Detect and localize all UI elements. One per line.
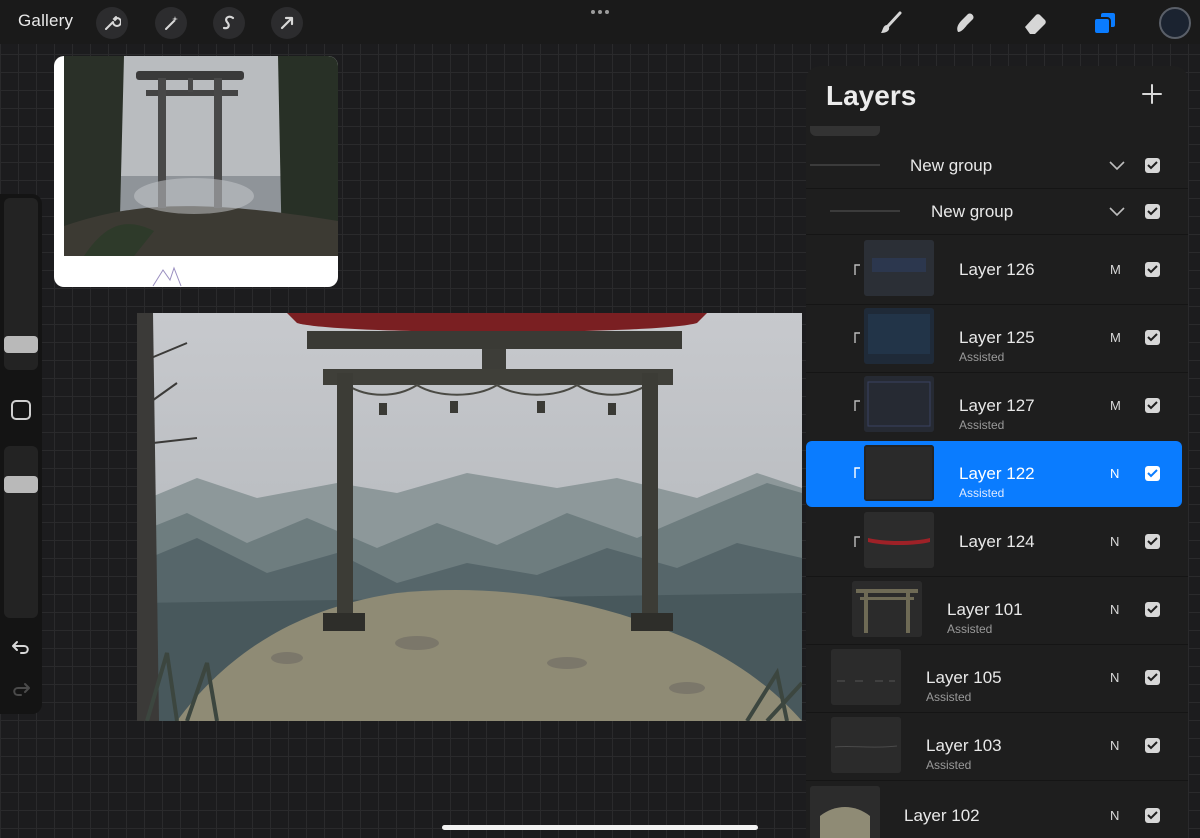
layer-name: Layer 101	[947, 600, 1023, 619]
layer-row[interactable]: Layer 105 Assisted N	[806, 646, 1182, 712]
blend-mode-button[interactable]: N	[1110, 602, 1119, 617]
reference-photo	[64, 56, 338, 256]
layer-row[interactable]: Layer 101 Assisted N	[806, 578, 1182, 644]
layer-name: Layer 122	[959, 464, 1035, 483]
reference-window[interactable]	[54, 56, 338, 287]
layers-title: Layers	[826, 80, 917, 111]
group-indicator	[810, 164, 880, 166]
layer-subtitle: Assisted	[926, 690, 972, 704]
visibility-checkbox[interactable]	[1145, 204, 1160, 219]
blend-mode-button[interactable]: M	[1110, 330, 1121, 345]
sketch-thumbnail-icon	[152, 266, 182, 287]
torii-gate-artwork	[137, 313, 802, 721]
visibility-checkbox[interactable]	[1145, 262, 1160, 277]
layer-thumbnail	[831, 649, 901, 705]
more-options-icon[interactable]	[585, 2, 615, 22]
layer-row[interactable]: Layer 126 M	[806, 238, 1182, 304]
layers-panel: Layers New group New group Layer 126 M L…	[806, 66, 1188, 838]
layer-thumbnail	[864, 376, 934, 432]
left-sidebar	[0, 194, 42, 714]
visibility-checkbox[interactable]	[1145, 808, 1160, 823]
clipping-mask-icon	[854, 332, 860, 343]
clipping-mask-icon	[854, 400, 860, 411]
clipping-mask-icon	[854, 536, 860, 547]
undo-icon[interactable]	[8, 634, 34, 660]
clipping-mask-icon	[854, 467, 860, 478]
layer-thumbnail	[852, 581, 922, 637]
layer-row-selected[interactable]: Layer 122 Assisted N	[806, 441, 1182, 507]
layer-name: Layer 127	[959, 396, 1035, 415]
layer-thumbnail	[864, 240, 934, 296]
chevron-down-icon[interactable]	[1108, 206, 1126, 218]
blend-mode-button[interactable]: N	[1110, 466, 1119, 481]
layers-icon[interactable]	[1090, 8, 1120, 38]
chevron-down-icon[interactable]	[1108, 160, 1126, 172]
blend-mode-button[interactable]: N	[1110, 738, 1119, 753]
group-name: New group	[910, 156, 993, 175]
clipping-mask-icon	[854, 264, 860, 275]
blend-mode-button[interactable]: N	[1110, 808, 1119, 823]
layer-subtitle: Assisted	[947, 622, 993, 636]
layer-thumbnail	[864, 445, 934, 501]
layer-row[interactable]: Layer 124 N	[806, 510, 1182, 576]
transform-arrow-icon[interactable]	[271, 7, 303, 39]
eraser-icon[interactable]	[1020, 8, 1050, 38]
visibility-checkbox[interactable]	[1145, 738, 1160, 753]
layer-thumbnail	[810, 786, 880, 838]
color-picker-button[interactable]	[1159, 7, 1191, 39]
layer-subtitle: Assisted	[959, 350, 1005, 364]
blend-mode-button[interactable]: M	[1110, 262, 1121, 277]
blend-mode-button[interactable]: N	[1110, 670, 1119, 685]
opacity-slider[interactable]	[4, 446, 38, 618]
modify-button[interactable]	[11, 400, 31, 420]
redo-icon[interactable]	[8, 676, 34, 702]
smudge-icon[interactable]	[950, 8, 980, 38]
visibility-checkbox[interactable]	[1145, 466, 1160, 481]
layer-name: Layer 105	[926, 668, 1002, 687]
opacity-thumb[interactable]	[4, 476, 38, 493]
visibility-checkbox[interactable]	[1145, 330, 1160, 345]
visibility-checkbox[interactable]	[1145, 158, 1160, 173]
visibility-checkbox[interactable]	[1145, 602, 1160, 617]
layer-name: Layer 125	[959, 328, 1035, 347]
layer-thumbnail	[831, 717, 901, 773]
layer-thumbnail	[864, 308, 934, 364]
layer-row[interactable]: Layer 102 N	[806, 782, 1182, 838]
layer-subtitle: Assisted	[959, 418, 1005, 432]
brush-size-thumb[interactable]	[4, 336, 38, 353]
home-indicator[interactable]	[442, 825, 758, 830]
layer-name: Layer 126	[959, 260, 1035, 279]
previous-layer-stub	[810, 126, 880, 136]
layer-thumbnail	[864, 512, 934, 568]
visibility-checkbox[interactable]	[1145, 670, 1160, 685]
layer-group[interactable]: New group	[806, 142, 1182, 188]
blend-mode-button[interactable]: M	[1110, 398, 1121, 413]
magic-wand-icon[interactable]	[155, 7, 187, 39]
layer-name: Layer 124	[959, 532, 1035, 551]
layer-row[interactable]: Layer 103 Assisted N	[806, 714, 1182, 780]
visibility-checkbox[interactable]	[1145, 398, 1160, 413]
visibility-checkbox[interactable]	[1145, 534, 1160, 549]
top-toolbar: Gallery	[0, 0, 1200, 44]
layer-name: Layer 102	[904, 806, 980, 825]
layer-row[interactable]: Layer 127 Assisted M	[806, 374, 1182, 440]
group-indicator	[830, 210, 900, 212]
group-name: New group	[931, 202, 1014, 221]
blend-mode-button[interactable]: N	[1110, 534, 1119, 549]
layer-subtitle: Assisted	[959, 486, 1005, 500]
layer-group[interactable]: New group	[806, 188, 1182, 234]
layer-name: Layer 103	[926, 736, 1002, 755]
layer-subtitle: Assisted	[926, 758, 972, 772]
brush-icon[interactable]	[876, 8, 906, 38]
wrench-icon[interactable]	[96, 7, 128, 39]
plus-icon[interactable]	[1140, 82, 1164, 106]
gallery-button[interactable]: Gallery	[18, 11, 73, 31]
selection-s-icon[interactable]	[213, 7, 245, 39]
drawing-canvas[interactable]	[137, 313, 802, 721]
layer-row[interactable]: Layer 125 Assisted M	[806, 306, 1182, 372]
